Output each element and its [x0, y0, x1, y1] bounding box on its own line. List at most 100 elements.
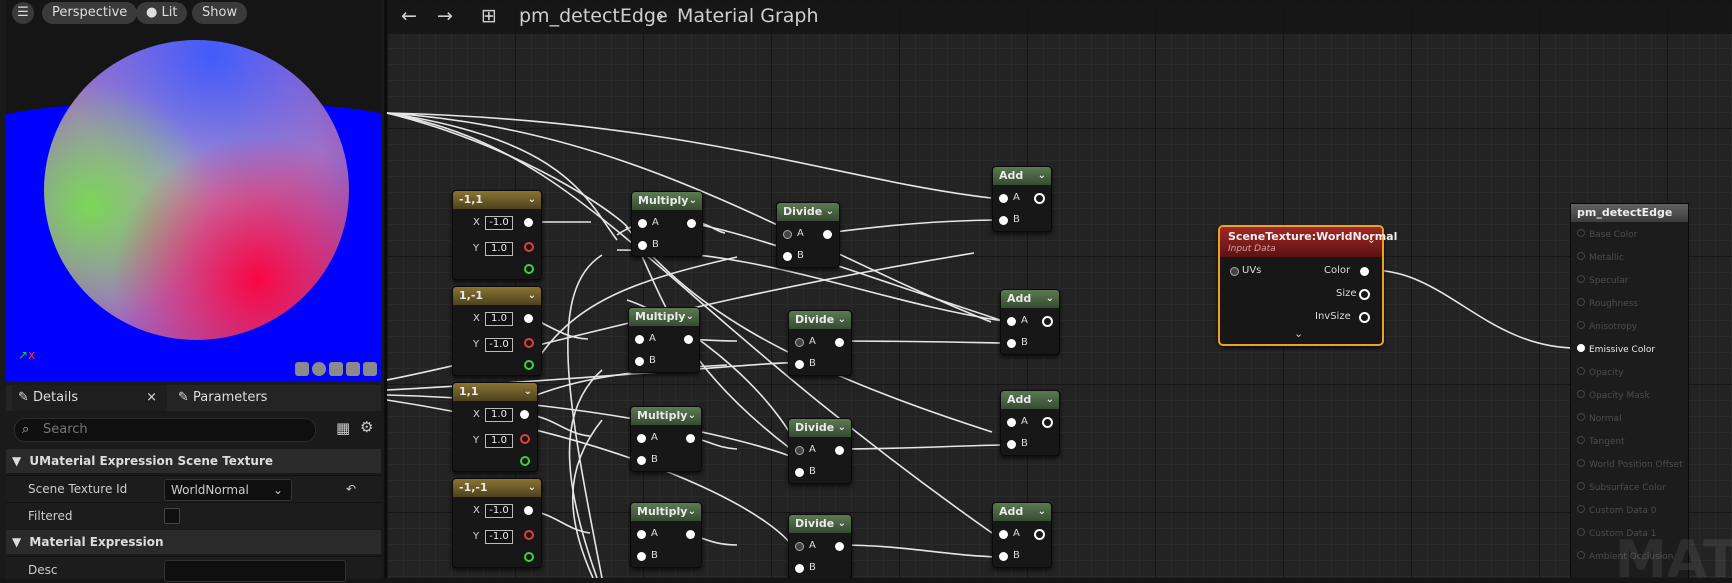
output-pin[interactable] [686, 530, 695, 539]
input-pin-a[interactable] [1007, 418, 1016, 427]
input-pin-a[interactable] [783, 230, 792, 239]
x-value-field[interactable]: 1.0 [485, 312, 513, 326]
input-pin-a[interactable] [1007, 317, 1016, 326]
output-pin-g[interactable] [524, 552, 534, 562]
x-value-field[interactable]: -1.0 [485, 504, 513, 518]
divide-node[interactable]: Divide ⌄ A B [788, 310, 852, 376]
table-view-icon[interactable]: ▦ [336, 419, 350, 437]
constant2vector-node[interactable]: 1,-1 ⌄ X 1.0 Y -1.0 [452, 286, 542, 376]
output-pin[interactable] [687, 219, 696, 228]
output-pin-r[interactable] [520, 434, 530, 444]
output-pin[interactable] [1034, 529, 1045, 540]
result-pin[interactable]: World Position Offset [1577, 459, 1683, 470]
constant2vector-node[interactable]: -1,-1 ⌄ X -1.0 Y -1.0 [452, 478, 542, 568]
multiply-node[interactable]: Multiply ⌄ A B [630, 406, 702, 472]
forward-arrow-icon[interactable]: → [437, 5, 453, 27]
output-pin[interactable] [1042, 417, 1053, 428]
scene-texture-node[interactable]: SceneTexture:WorldNormal Input Data ⌄ UV… [1218, 225, 1397, 346]
input-pin-a[interactable] [795, 446, 804, 455]
output-pin-r[interactable] [524, 242, 534, 252]
input-pin-a[interactable] [795, 338, 804, 347]
input-pin-a[interactable] [638, 219, 647, 228]
tab-details[interactable]: ✎ Details × [12, 385, 167, 411]
y-value-field[interactable]: -1.0 [485, 530, 513, 544]
viewport-menu-icon[interactable]: ☰ [12, 2, 34, 24]
y-value-field[interactable]: -1.0 [485, 338, 513, 352]
settings-gear-icon[interactable]: ⚙ [360, 418, 373, 436]
add-node[interactable]: Add ⌄ A B [992, 502, 1052, 568]
y-value-field[interactable]: 1.0 [485, 434, 513, 448]
input-pin-uvs[interactable] [1230, 267, 1239, 276]
output-pin[interactable] [684, 335, 693, 344]
scene-texture-id-dropdown[interactable]: WorldNormal ⌄ [164, 479, 292, 501]
input-pin-b[interactable] [1007, 339, 1016, 348]
output-pin[interactable] [520, 410, 529, 419]
input-pin-b[interactable] [999, 216, 1008, 225]
output-pin-g[interactable] [520, 456, 530, 466]
output-pin[interactable] [823, 230, 832, 239]
output-pin[interactable] [524, 218, 533, 227]
input-pin-a[interactable] [635, 335, 644, 344]
divide-node[interactable]: Divide ⌄ A B [788, 514, 852, 578]
section-material-expression[interactable]: ▼ Material Expression [6, 530, 381, 554]
output-pin[interactable] [835, 446, 844, 455]
input-pin-b[interactable] [635, 357, 644, 366]
constant2vector-node[interactable]: 1,1 ⌄ X 1.0 Y 1.0 [452, 382, 538, 472]
multiply-node[interactable]: Multiply ⌄ A B [630, 502, 702, 568]
tab-parameters[interactable]: ✎ Parameters [172, 385, 322, 411]
expand-arrow-icon[interactable]: ⌄ [1294, 327, 1303, 340]
add-node[interactable]: Add ⌄ A B [1000, 289, 1060, 355]
input-pin-a[interactable] [999, 530, 1008, 539]
result-pin[interactable]: Anisotropy [1577, 321, 1637, 332]
filtered-checkbox[interactable] [164, 508, 180, 524]
output-pin-g[interactable] [524, 360, 534, 370]
input-pin-b[interactable] [795, 468, 804, 477]
result-pin[interactable]: Normal [1577, 413, 1622, 424]
breadcrumb-graph[interactable]: Material Graph [677, 5, 819, 27]
input-pin-a[interactable] [795, 542, 804, 551]
multiply-node[interactable]: Multiply ⌄ A B [631, 191, 703, 257]
output-pin-size[interactable] [1359, 289, 1370, 300]
x-value-field[interactable]: -1.0 [485, 216, 513, 230]
output-pin[interactable] [835, 338, 844, 347]
result-pin[interactable]: Opacity [1577, 367, 1624, 378]
result-pin[interactable]: Base Color [1577, 229, 1637, 240]
output-pin[interactable] [524, 506, 533, 515]
multiply-node[interactable]: Multiply ⌄ A B [628, 307, 700, 373]
material-graph-canvas[interactable]: ← → ⊞ pm_detectEdge › Material Graph -1,… [387, 0, 1732, 578]
output-pin[interactable] [686, 434, 695, 443]
breadcrumb-asset[interactable]: pm_detectEdge [519, 5, 668, 27]
section-scene-texture[interactable]: ▼ UMaterial Expression Scene Texture [6, 449, 381, 473]
output-pin-r[interactable] [524, 338, 534, 348]
input-pin-a[interactable] [637, 434, 646, 443]
plane-shape-icon[interactable] [329, 362, 343, 376]
close-tab-icon[interactable]: × [146, 385, 157, 411]
material-result-node[interactable]: pm_detectEdge Base Color Metallic Specul… [1570, 203, 1689, 578]
add-node[interactable]: Add ⌄ A B [1000, 390, 1060, 456]
chevron-down-icon[interactable]: ⌄ [1367, 233, 1376, 246]
input-pin-b[interactable] [999, 552, 1008, 561]
sphere-shape-icon[interactable] [312, 362, 326, 376]
x-value-field[interactable]: 1.0 [485, 408, 513, 422]
input-pin-b[interactable] [783, 252, 792, 261]
show-button[interactable]: Show [192, 2, 248, 24]
input-pin-a[interactable] [999, 194, 1008, 203]
perspective-button[interactable]: Perspective [42, 2, 138, 24]
y-value-field[interactable]: 1.0 [485, 242, 513, 256]
divide-node[interactable]: Divide ⌄ A B [776, 202, 840, 268]
back-arrow-icon[interactable]: ← [401, 5, 417, 27]
output-pin-invsize[interactable] [1359, 312, 1370, 323]
output-pin-r[interactable] [524, 530, 534, 540]
output-pin-color[interactable] [1360, 267, 1369, 276]
reset-to-default-icon[interactable]: ↶ [346, 476, 356, 502]
teapot-shape-icon[interactable] [363, 362, 377, 376]
input-pin-b[interactable] [637, 456, 646, 465]
input-pin-b[interactable] [1007, 440, 1016, 449]
result-pin[interactable]: Tangent [1577, 436, 1625, 447]
input-pin-b[interactable] [637, 552, 646, 561]
input-pin-a[interactable] [637, 530, 646, 539]
output-pin[interactable] [835, 542, 844, 551]
output-pin-g[interactable] [524, 264, 534, 274]
lit-button[interactable]: ● Lit [136, 2, 188, 24]
result-pin[interactable]: Opacity Mask [1577, 390, 1650, 401]
